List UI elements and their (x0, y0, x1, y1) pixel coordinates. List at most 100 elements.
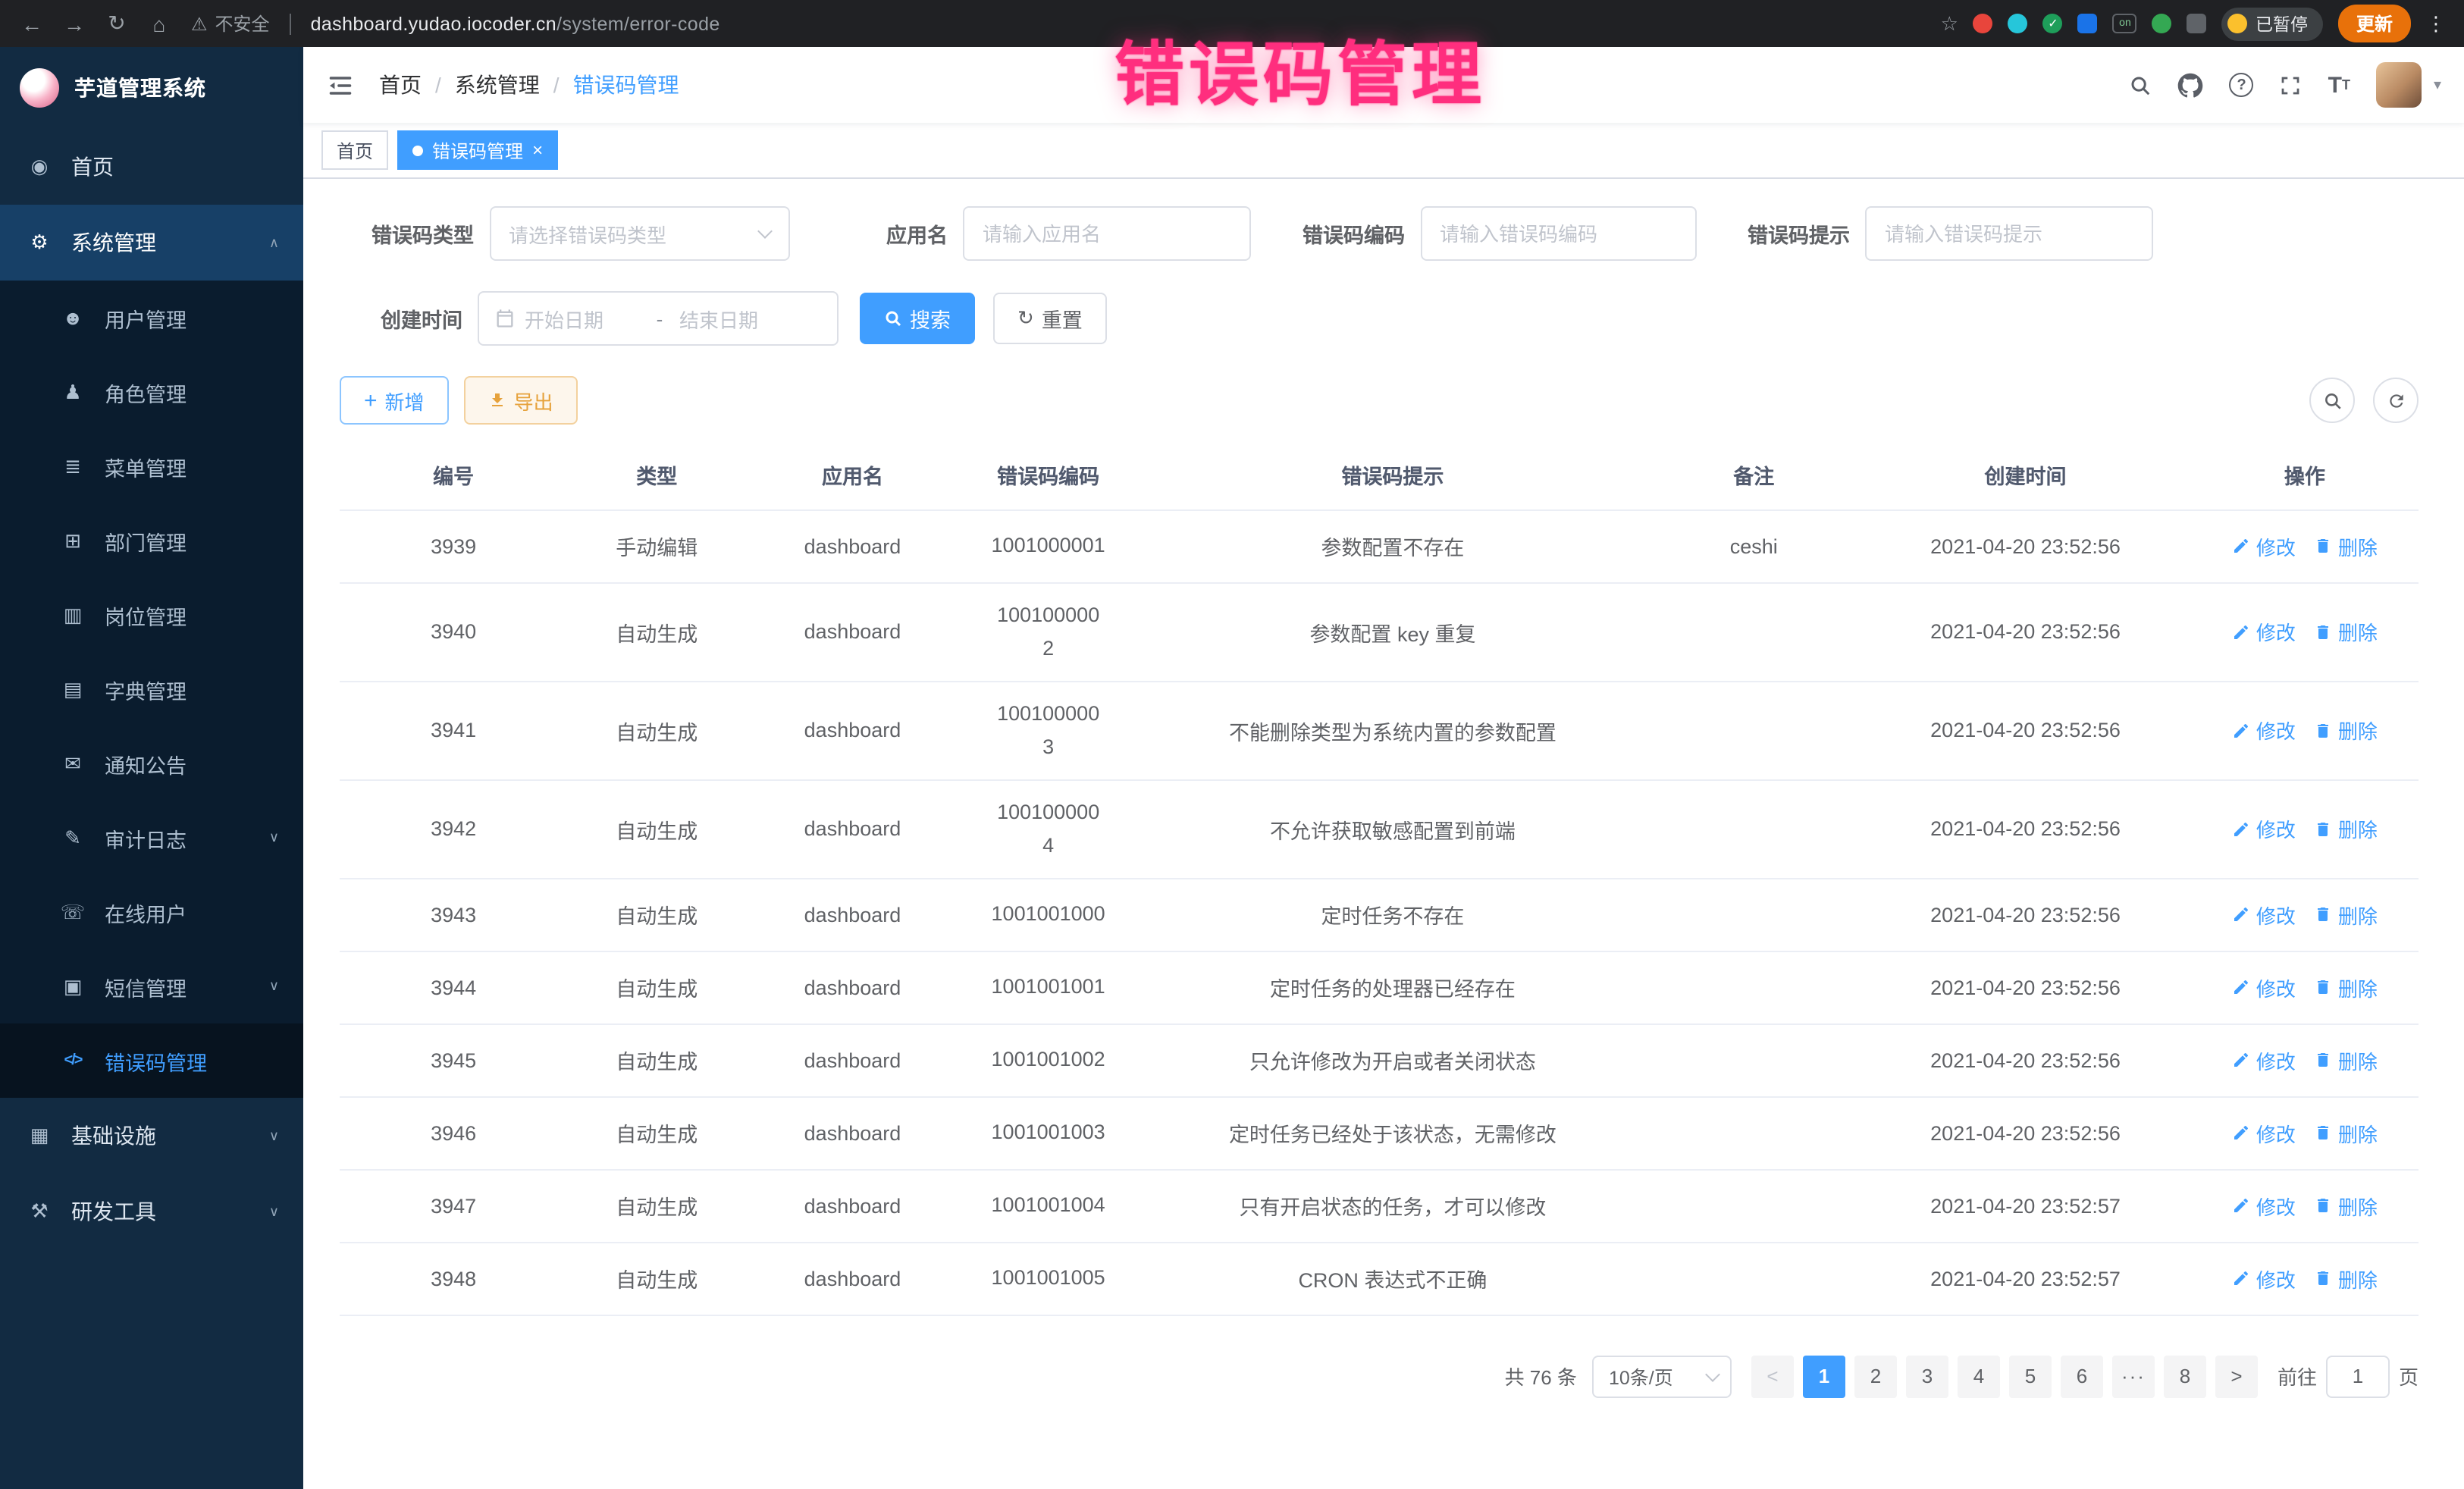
address-bar[interactable]: dashboard.yudao.iocoder.cn/system/error-… (311, 13, 720, 34)
edit-link[interactable]: 修改 (2232, 531, 2296, 560)
column-header: 错误码编码 (959, 440, 1138, 509)
extension-icon-green-check[interactable]: ✓ (2043, 14, 2063, 33)
fullscreen-icon[interactable] (2280, 74, 2303, 96)
home-icon[interactable]: ⌂ (146, 11, 173, 36)
app-name-input[interactable] (963, 206, 1251, 261)
page-size-select[interactable]: 10条/页 (1592, 1355, 1732, 1397)
plus-icon: + (364, 389, 378, 412)
edit-link[interactable]: 修改 (2232, 1118, 2296, 1147)
delete-link[interactable]: 删除 (2314, 900, 2378, 929)
forward-icon[interactable]: → (61, 11, 88, 36)
extension-icon-red[interactable] (1973, 14, 1993, 33)
gear-icon: ⚙ (24, 230, 55, 255)
reload-icon[interactable]: ↻ (103, 11, 130, 36)
extension-icon-teal[interactable] (2008, 14, 2028, 33)
reset-button[interactable]: ↻ 重置 (993, 293, 1107, 344)
edit-label: 修改 (2256, 531, 2296, 560)
sidebar-item-13[interactable]: ▦基础设施∨ (0, 1098, 303, 1174)
page-button[interactable]: 1 (1803, 1355, 1845, 1397)
security-indicator[interactable]: ⚠ 不安全 (191, 11, 270, 36)
tab-1[interactable]: 错误码管理× (397, 130, 558, 170)
delete-link[interactable]: 删除 (2314, 716, 2378, 744)
sidebar-item-9[interactable]: ✎审计日志∨ (0, 801, 303, 875)
page-button[interactable]: 2 (1854, 1355, 1897, 1397)
prev-page-button[interactable]: < (1751, 1355, 1794, 1397)
delete-link[interactable]: 删除 (2314, 1191, 2378, 1220)
add-button[interactable]: + 新增 (340, 376, 449, 425)
edit-link[interactable]: 修改 (2232, 973, 2296, 1002)
delete-link[interactable]: 删除 (2314, 973, 2378, 1002)
edit-link[interactable]: 修改 (2232, 1191, 2296, 1220)
sidebar-item-14[interactable]: ⚒研发工具∨ (0, 1174, 303, 1249)
edit-link[interactable]: 修改 (2232, 900, 2296, 929)
browser-menu-icon[interactable]: ⋮ (2426, 11, 2446, 36)
sidebar-item-7[interactable]: ▤字典管理 (0, 652, 303, 726)
error-type-select[interactable]: 请选择错误码类型 (489, 206, 789, 261)
chevron-down-icon: ∨ (269, 1127, 279, 1144)
sidebar-item-label: 审计日志 (105, 823, 187, 853)
edit-link[interactable]: 修改 (2232, 1045, 2296, 1074)
user-avatar[interactable] (2376, 62, 2422, 108)
extension-icon-grid[interactable] (2078, 14, 2098, 33)
breadcrumb-item[interactable]: 系统管理 (455, 70, 540, 100)
tab-0[interactable]: 首页 (321, 130, 388, 170)
goto-page-input[interactable] (2326, 1355, 2390, 1397)
delete-link[interactable]: 删除 (2314, 1045, 2378, 1074)
back-icon[interactable]: ← (18, 11, 45, 36)
delete-link[interactable]: 删除 (2314, 531, 2378, 560)
edit-link[interactable]: 修改 (2232, 1264, 2296, 1293)
sidebar-item-6[interactable]: ▥岗位管理 (0, 578, 303, 652)
page-button[interactable]: 3 (1906, 1355, 1948, 1397)
date-range-picker[interactable]: 开始日期 - 结束日期 (478, 291, 839, 346)
bookmark-star-icon[interactable]: ☆ (1941, 11, 1958, 36)
sidebar-item-12[interactable]: </>错误码管理 (0, 1023, 303, 1098)
delete-link[interactable]: 删除 (2314, 1264, 2378, 1293)
app-logo[interactable]: 芋道管理系统 (0, 47, 303, 129)
edit-link[interactable]: 修改 (2232, 617, 2296, 646)
extension-icon-on[interactable]: on (2113, 14, 2137, 33)
breadcrumb-item[interactable]: 错误码管理 (573, 70, 679, 100)
close-icon[interactable]: × (532, 141, 543, 159)
sidebar-item-10[interactable]: ☏在线用户 (0, 875, 303, 949)
cell-actions: 修改删除 (2191, 1096, 2419, 1169)
chevron-down-icon[interactable]: ▾ (2434, 77, 2441, 93)
sidebar-item-0[interactable]: ◉首页 (0, 129, 303, 205)
sidebar-item-3[interactable]: ♟角色管理 (0, 355, 303, 429)
edit-link[interactable]: 修改 (2232, 716, 2296, 744)
cell-type: 手动编辑 (567, 509, 746, 582)
font-size-icon[interactable]: TT (2328, 74, 2350, 96)
delete-link[interactable]: 删除 (2314, 617, 2378, 646)
delete-link[interactable]: 删除 (2314, 1118, 2378, 1147)
search-icon[interactable] (2130, 74, 2152, 96)
delete-link[interactable]: 删除 (2314, 814, 2378, 843)
cell-id: 3944 (340, 951, 567, 1023)
refresh-table-icon[interactable] (2373, 378, 2419, 423)
search-button[interactable]: 搜索 (860, 293, 975, 344)
page-button[interactable]: 6 (2061, 1355, 2103, 1397)
sidebar-item-1[interactable]: ⚙系统管理∧ (0, 205, 303, 281)
page-button[interactable]: 4 (1958, 1355, 2000, 1397)
next-page-button[interactable]: > (2215, 1355, 2258, 1397)
breadcrumb-item[interactable]: 首页 (379, 70, 422, 100)
edit-link[interactable]: 修改 (2232, 814, 2296, 843)
update-button[interactable]: 更新 (2338, 5, 2411, 42)
sidebar-item-8[interactable]: ✉通知公告 (0, 726, 303, 801)
toggle-search-icon[interactable] (2309, 378, 2355, 423)
extension-icon-leaf[interactable] (2152, 14, 2172, 33)
sidebar-item-4[interactable]: ≣菜单管理 (0, 429, 303, 503)
github-icon[interactable] (2178, 72, 2204, 98)
error-hint-input[interactable] (1865, 206, 2153, 261)
sidebar-item-11[interactable]: ▣短信管理∨ (0, 949, 303, 1023)
page-button[interactable]: 5 (2009, 1355, 2052, 1397)
sidebar-item-5[interactable]: ⊞部门管理 (0, 503, 303, 578)
help-icon[interactable]: ? (2230, 73, 2254, 97)
browser-actions: ☆ ✓ on 已暂停 更新 ⋮ (1941, 5, 2446, 42)
error-code-input[interactable] (1420, 206, 1696, 261)
sidebar-item-2[interactable]: ☻用户管理 (0, 281, 303, 355)
sidebar-toggle-icon[interactable] (326, 71, 355, 99)
paused-badge[interactable]: 已暂停 (2222, 7, 2323, 40)
extension-pin-icon[interactable] (2187, 14, 2207, 33)
page-button[interactable]: 8 (2164, 1355, 2206, 1397)
export-button[interactable]: 导出 (464, 376, 578, 425)
more-pages-icon[interactable]: ··· (2112, 1355, 2155, 1397)
